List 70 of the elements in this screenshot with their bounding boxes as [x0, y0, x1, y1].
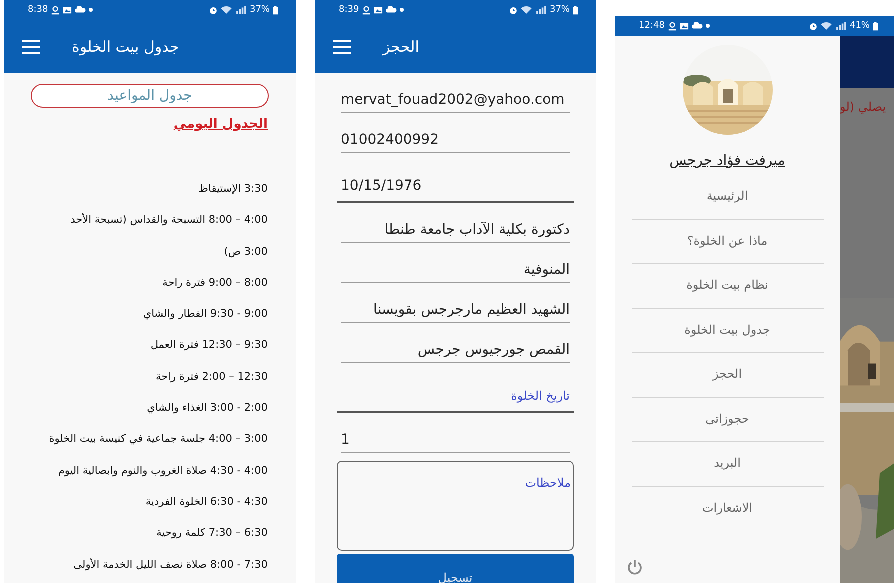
input-field[interactable]: 1 [341, 413, 570, 453]
schedule-entry: 7:30 - 8:00 صلاة نصف الليل الخدمة الأولى [72, 557, 268, 573]
app-bar-title: الحجز [383, 38, 420, 56]
image-icon [680, 22, 689, 30]
schedule-entry: 8:00 – 9:00 فترة راحة [162, 276, 268, 291]
input-field[interactable]: القمص جورجيوس جرجس [341, 323, 570, 363]
location-pin-icon [51, 6, 60, 14]
signal-icon [534, 6, 547, 14]
schedule-entry: 3:30 الإستيقاظ [198, 182, 268, 197]
cloud-icon [75, 6, 86, 14]
schedule-entry: 6:30 – 7:30 كلمة روحية [156, 526, 268, 542]
battery-icon [573, 6, 578, 14]
power-icon[interactable] [627, 559, 643, 575]
battery-level: 37% [550, 5, 570, 15]
menu-item[interactable]: نظام بيت الخلوة [632, 264, 824, 308]
signal-icon [834, 22, 847, 30]
dot-icon [400, 8, 404, 12]
alarm-icon [808, 22, 818, 30]
input-field[interactable]: الشهيد العظيم مارجرجس بقويسنا [341, 283, 570, 323]
schedule-entry: 2:00 - 3:00 الغذاء والشاي [146, 401, 268, 416]
schedule-entry: 3:00 – 4:00 جلسة جماعية في كنيسة بيت الخلوة [48, 432, 268, 448]
battery-level: 41% [850, 21, 870, 31]
image-icon [374, 6, 384, 14]
menu-item[interactable]: ماذا عن الخلوة؟ [632, 220, 824, 264]
input-field[interactable]: تاريخ الخلوة [337, 363, 574, 413]
menu-item[interactable]: الاشعارات [632, 486, 824, 530]
location-pin-icon [362, 6, 372, 14]
cloud-icon [692, 22, 703, 30]
input-field[interactable]: 10/15/1976 [337, 153, 574, 203]
submit-button[interactable]: تسجيل [337, 554, 574, 583]
schedule-entry: 4:30 - 6:30 الخلوة الفردية [144, 494, 268, 510]
profile-name: ميرفت فؤاد جرجس [670, 153, 786, 169]
schedule-entry: 4:00 – 8:00 التسبحة والقداس (تسبحة الأحد 3:00 ص) [70, 212, 268, 260]
battery-icon [873, 22, 878, 30]
wifi-icon [820, 22, 832, 30]
app-bar-title: جدول بيت الخلوة [72, 38, 180, 56]
input-field[interactable]: 01002400992 [341, 113, 570, 153]
schedule-entry: 4:00 - 4:30 صلاة الغروب والنوم وابصالية اليوم [57, 464, 268, 479]
notes-field[interactable]: ملاحظات [337, 461, 574, 551]
menu-item[interactable]: حجوزاتى [632, 398, 824, 442]
wifi-icon [520, 6, 532, 14]
section-title: الجدول اليومي [174, 117, 268, 132]
menu-icon[interactable] [22, 40, 40, 54]
status-time: 8:39 [339, 5, 360, 15]
status-time: 8:38 [28, 5, 48, 15]
schedule-entry: 12:30 – 2:00 فترة راحة [154, 370, 268, 385]
schedule-entry: 9:00 - 9:30 الفطار والشاي [142, 307, 268, 322]
alarm-icon [208, 6, 218, 14]
status-time: 12:48 [639, 21, 665, 31]
location-pin-icon [668, 22, 677, 30]
image-icon [63, 6, 72, 14]
signal-icon [234, 6, 247, 14]
wifi-icon [220, 6, 232, 14]
input-field[interactable]: mervat_fouad2002@yahoo.com [341, 73, 570, 113]
cloud-icon [386, 6, 398, 14]
input-field[interactable]: دكتورة بكلية الآداب جامعة طنطا [341, 203, 570, 243]
dot-icon [706, 24, 710, 28]
dot-icon [89, 8, 94, 12]
input-field[interactable]: المنوفية [341, 243, 570, 283]
schedule-button[interactable]: جدول المواعيد [31, 84, 269, 108]
app-bar [840, 36, 894, 88]
menu-item[interactable]: الحجز [632, 353, 824, 398]
battery-level: 37% [250, 5, 270, 15]
menu-item[interactable]: جدول بيت الخلوة [632, 308, 824, 353]
battery-icon [273, 6, 278, 14]
menu-item[interactable]: الرئيسية [632, 175, 824, 220]
schedule-entry: 9:30 – 12:30 فترة العمل [150, 338, 268, 354]
menu-icon[interactable] [333, 40, 351, 54]
menu-item[interactable]: البريد [632, 442, 824, 486]
alarm-icon [508, 6, 518, 14]
